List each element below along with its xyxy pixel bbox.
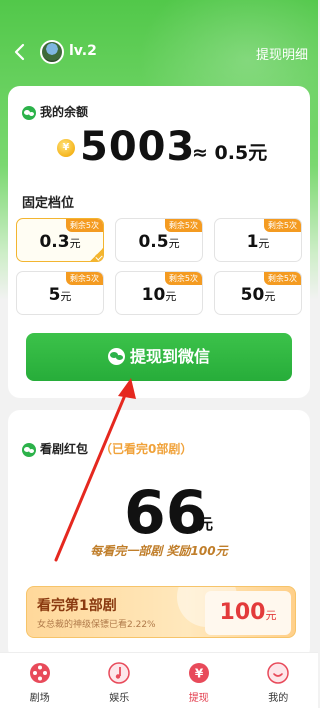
balance-title-text: 我的余额 — [40, 105, 89, 119]
tier-unit: 元 — [168, 237, 180, 250]
drama-redpacket-card: 看剧红包 （已看完0部剧） 66 元 每看完一部剧 奖励100元 看完第1部剧 … — [8, 410, 310, 660]
profile-icon — [267, 662, 289, 684]
tier-unit: 元 — [264, 290, 276, 303]
tier-amount: 10元 — [116, 285, 202, 305]
remaining-tag: 剩余5次 — [65, 272, 103, 285]
nav-item-withdraw[interactable]: ¥ 提现 — [159, 653, 239, 708]
tier-option[interactable]: 剩余5次 50元 — [214, 271, 302, 315]
drama-progress: （已看完0部剧） — [100, 442, 193, 456]
reward-total-unit: 元 — [198, 515, 214, 533]
task-reward: 100元 — [205, 591, 291, 635]
nav-label: 提现 — [188, 693, 209, 704]
withdraw-detail-link[interactable]: 提现明细 — [256, 44, 308, 63]
tier-value: 0.3 — [39, 232, 70, 252]
drama-title-text: 看剧红包 — [40, 442, 89, 456]
task-progress-text: 女总裁的神级保镖已看2.22% — [37, 620, 156, 630]
nav-label: 我的 — [268, 693, 289, 704]
remaining-tag: 剩余5次 — [164, 219, 202, 232]
tier-option[interactable]: 剩余5次 0.3元 — [16, 218, 104, 262]
drama-title: 看剧红包 — [22, 440, 88, 457]
tier-unit: 元 — [69, 237, 81, 250]
wechat-icon — [22, 442, 36, 457]
task-reward-unit: 元 — [265, 609, 277, 622]
tier-amount: 1元 — [215, 232, 301, 252]
tier-value: 10 — [141, 285, 166, 305]
back-arrow-icon[interactable] — [10, 40, 30, 64]
balance-card: 我的余额 ¥ 5003 ≈ 0.5元 固定档位 剩余5次 0.3元 剩余5次 0… — [8, 86, 310, 398]
withdraw-button-label: 提现到微信 — [129, 347, 210, 366]
tier-label: 固定档位 — [22, 196, 75, 211]
reward-note: 每看完一部剧 奖励100元 — [90, 544, 228, 558]
wechat-icon — [107, 348, 125, 365]
bottom-nav: 剧场 娱乐 ¥ 提现 我的 — [0, 652, 318, 708]
balance-amount: 5003 — [80, 124, 196, 170]
balance-approx-value: ≈ 0.5元 — [192, 142, 268, 164]
music-note-icon — [108, 662, 130, 684]
task-name: 看完第1部剧 — [37, 598, 117, 614]
avatar[interactable] — [40, 40, 64, 64]
tier-option[interactable]: 剩余5次 5元 — [16, 271, 104, 315]
tier-amount: 0.5元 — [116, 232, 202, 252]
remaining-tag: 剩余5次 — [65, 219, 103, 232]
user-level: lv.2 — [69, 43, 97, 59]
remaining-tag: 剩余5次 — [164, 272, 202, 285]
remaining-tag: 剩余5次 — [263, 272, 301, 285]
reward-total-value: 66 — [124, 478, 208, 548]
nav-label: 娱乐 — [109, 693, 130, 704]
remaining-tag: 剩余5次 — [263, 219, 301, 232]
coin-icon: ¥ — [57, 139, 75, 157]
svg-text:¥: ¥ — [195, 667, 204, 681]
nav-label: 剧场 — [29, 693, 50, 704]
top-bar: lv.2 提现明细 — [0, 34, 318, 70]
yuan-icon: ¥ — [188, 663, 209, 683]
tier-unit: 元 — [165, 290, 177, 303]
drama-task-card[interactable]: 看完第1部剧 女总裁的神级保镖已看2.22% 100元 — [26, 586, 296, 638]
nav-item-entertainment[interactable]: 娱乐 — [80, 653, 160, 708]
wechat-icon — [22, 105, 36, 120]
tier-unit: 元 — [60, 290, 72, 303]
tier-value: 50 — [240, 285, 265, 305]
tier-option[interactable]: 剩余5次 1元 — [214, 218, 302, 262]
task-reward-value: 100 — [219, 600, 266, 625]
tier-value: 5 — [48, 285, 61, 305]
withdraw-to-wechat-button[interactable]: 提现到微信 — [26, 333, 292, 381]
tier-amount: 5元 — [17, 285, 103, 305]
tier-unit: 元 — [258, 237, 270, 250]
nav-item-theater[interactable]: 剧场 — [0, 653, 80, 708]
tier-value: 1 — [246, 232, 259, 252]
nav-item-profile[interactable]: 我的 — [239, 653, 319, 708]
tier-value: 0.5 — [138, 232, 169, 252]
tier-option[interactable]: 剩余5次 0.5元 — [115, 218, 203, 262]
tier-option[interactable]: 剩余5次 10元 — [115, 271, 203, 315]
balance-title: 我的余额 — [22, 103, 88, 120]
tier-amount: 50元 — [215, 285, 301, 305]
film-reel-icon — [29, 663, 50, 683]
selected-check-icon — [88, 248, 103, 261]
